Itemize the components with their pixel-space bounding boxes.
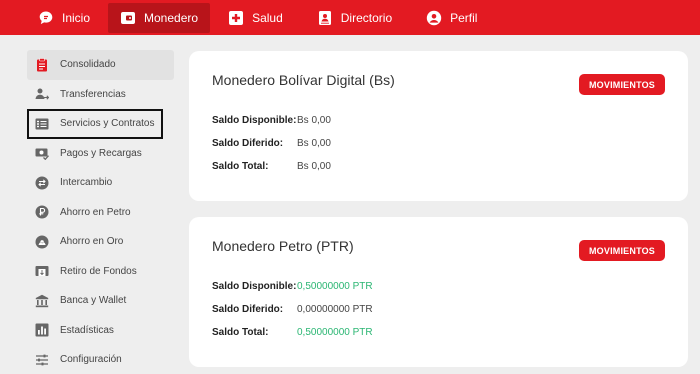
saldo-label: Saldo Total: bbox=[212, 327, 269, 338]
sliders-icon bbox=[35, 353, 49, 367]
wallet-card-title: Monedero Bolívar Digital (Bs) bbox=[212, 72, 395, 88]
sidebar-item-label: Pagos y Recargas bbox=[60, 147, 142, 159]
top-navbar: Inicio Monedero Salud Directorio Perfil bbox=[0, 0, 700, 35]
account-circle-icon bbox=[426, 10, 442, 26]
nav-perfil[interactable]: Perfil bbox=[416, 0, 487, 35]
saldo-row: Saldo Diferido: Bs 0,00 bbox=[212, 138, 331, 149]
saldo-row: Saldo Total: Bs 0,00 bbox=[212, 161, 331, 172]
saldo-label: Saldo Disponible: bbox=[212, 115, 297, 126]
movimientos-button[interactable]: MOVIMIENTOS bbox=[579, 74, 665, 95]
sidebar-item-label: Ahorro en Oro bbox=[60, 236, 124, 248]
medical-cross-icon bbox=[228, 10, 244, 26]
withdraw-icon bbox=[35, 264, 49, 278]
nav-salud[interactable]: Salud bbox=[218, 0, 293, 35]
saldo-row: Saldo Disponible: Bs 0,00 bbox=[212, 115, 331, 126]
saldo-value: 0,00000000 PTR bbox=[297, 304, 373, 315]
sidebar-item-intercambio[interactable]: Intercambio bbox=[27, 168, 174, 198]
petro-coin-icon bbox=[35, 205, 49, 219]
saldo-value: Bs 0,00 bbox=[297, 138, 331, 149]
bar-chart-icon bbox=[35, 323, 49, 337]
sidebar-item-label: Consolidado bbox=[60, 59, 116, 71]
clipboard-icon bbox=[35, 57, 49, 72]
sidebar-item-estadisticas[interactable]: Estadísticas bbox=[27, 316, 174, 346]
swap-icon bbox=[35, 176, 49, 190]
nav-perfil-label: Perfil bbox=[450, 10, 478, 25]
nav-monedero[interactable]: Monedero bbox=[108, 2, 211, 33]
sidebar-item-consolidado[interactable]: Consolidado bbox=[27, 50, 174, 80]
sidebar: Consolidado Transferencias Servicios y C… bbox=[27, 50, 174, 374]
saldo-label: Saldo Diferido: bbox=[212, 304, 284, 315]
contact-card-icon bbox=[317, 10, 333, 26]
money-check-icon bbox=[35, 146, 49, 161]
saldo-row: Saldo Disponible: 0,50000000 PTR bbox=[212, 281, 373, 292]
sidebar-item-label: Intercambio bbox=[60, 177, 113, 189]
sidebar-item-servicios[interactable]: Servicios y Contratos bbox=[27, 109, 163, 139]
saldo-value: 0,50000000 PTR bbox=[297, 327, 373, 338]
saldo-row: Saldo Diferido: 0,00000000 PTR bbox=[212, 304, 373, 315]
movimientos-button[interactable]: MOVIMIENTOS bbox=[579, 240, 665, 261]
sidebar-item-label: Banca y Wallet bbox=[60, 295, 127, 307]
gold-bars-icon bbox=[35, 235, 49, 249]
sidebar-item-retiro[interactable]: Retiro de Fondos bbox=[27, 257, 174, 287]
wallet-card-petro: Monedero Petro (PTR) MOVIMIENTOS Saldo D… bbox=[189, 217, 688, 367]
sidebar-item-pagos[interactable]: Pagos y Recargas bbox=[27, 139, 174, 169]
nav-salud-label: Salud bbox=[252, 10, 283, 25]
sidebar-item-transferencias[interactable]: Transferencias bbox=[27, 80, 174, 110]
nav-inicio[interactable]: Inicio bbox=[28, 0, 100, 35]
saldo-label: Saldo Disponible: bbox=[212, 281, 297, 292]
saldo-label: Saldo Diferido: bbox=[212, 138, 284, 149]
person-transfer-icon bbox=[35, 87, 49, 101]
saldo-row: Saldo Total: 0,50000000 PTR bbox=[212, 327, 373, 338]
saldo-value: 0,50000000 PTR bbox=[297, 281, 373, 292]
saldo-value: Bs 0,00 bbox=[297, 161, 331, 172]
bank-icon bbox=[35, 294, 49, 308]
saldo-value: Bs 0,00 bbox=[297, 115, 331, 126]
list-icon bbox=[35, 117, 49, 131]
sidebar-item-label: Servicios y Contratos bbox=[60, 118, 155, 130]
sidebar-item-label: Ahorro en Petro bbox=[60, 206, 131, 218]
sidebar-item-label: Retiro de Fondos bbox=[60, 265, 137, 277]
wallet-card-bolivar: Monedero Bolívar Digital (Bs) MOVIMIENTO… bbox=[189, 51, 688, 201]
nav-directorio-label: Directorio bbox=[340, 10, 393, 25]
nav-inicio-label: Inicio bbox=[62, 10, 91, 25]
sidebar-item-label: Transferencias bbox=[60, 88, 126, 100]
sidebar-item-label: Configuración bbox=[60, 354, 122, 366]
chat-bubble-icon bbox=[38, 10, 54, 26]
sidebar-item-configuracion[interactable]: Configuración bbox=[27, 345, 174, 374]
nav-monedero-label: Monedero bbox=[144, 10, 199, 25]
sidebar-item-banca[interactable]: Banca y Wallet bbox=[27, 286, 174, 316]
wallet-icon bbox=[120, 10, 136, 26]
saldo-label: Saldo Total: bbox=[212, 161, 269, 172]
nav-directorio[interactable]: Directorio bbox=[307, 0, 402, 35]
sidebar-item-label: Estadísticas bbox=[60, 324, 114, 336]
sidebar-item-ahorro-petro[interactable]: Ahorro en Petro bbox=[27, 198, 174, 228]
wallet-card-title: Monedero Petro (PTR) bbox=[212, 238, 354, 254]
sidebar-item-ahorro-oro[interactable]: Ahorro en Oro bbox=[27, 227, 174, 257]
